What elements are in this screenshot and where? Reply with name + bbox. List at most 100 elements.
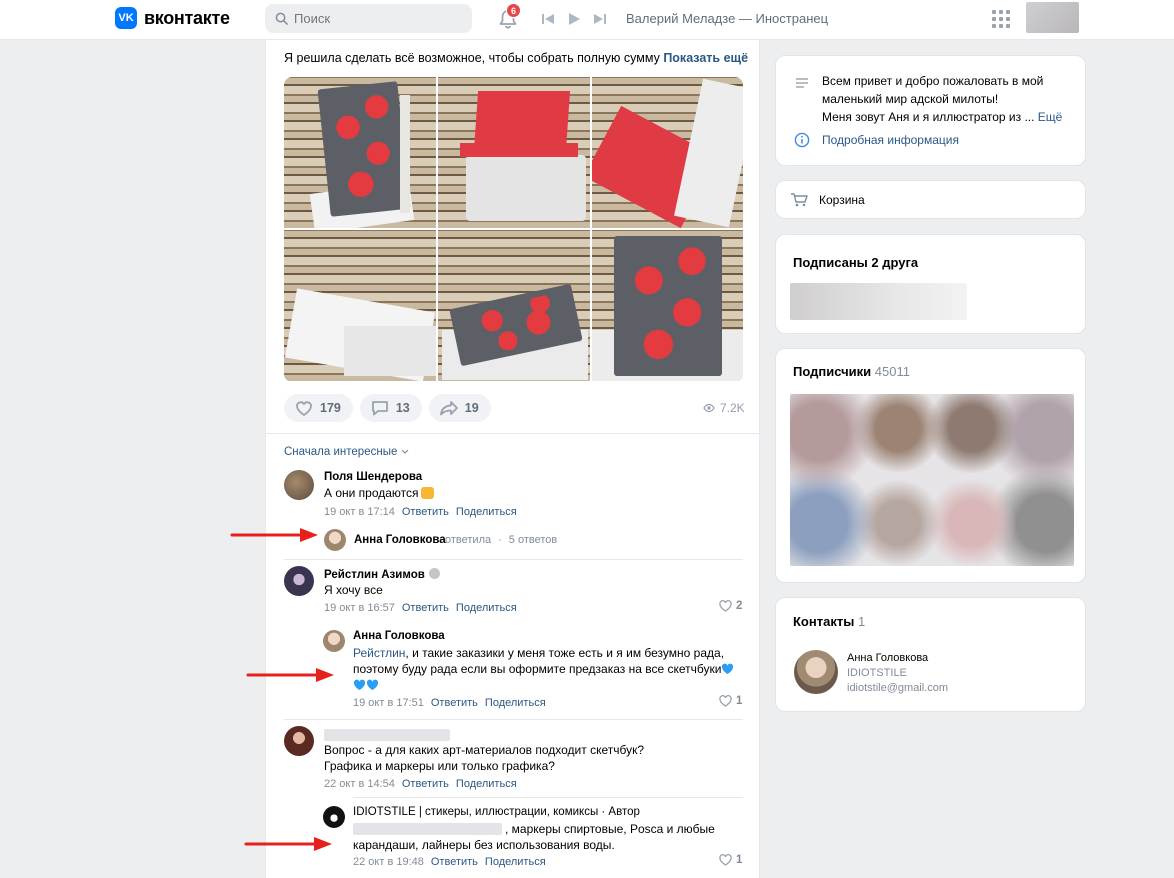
comment-meta: 19 окт в 17:14 Ответить Поделиться bbox=[324, 506, 517, 518]
gallery-photo[interactable] bbox=[592, 77, 743, 228]
share-comment-link[interactable]: Поделиться bbox=[456, 778, 517, 790]
cart-card[interactable]: Корзина bbox=[775, 180, 1086, 219]
reply-like-button[interactable]: 1 bbox=[719, 695, 742, 707]
play-icon[interactable] bbox=[567, 12, 581, 26]
share-button[interactable]: 19 bbox=[428, 394, 491, 422]
vk-logo-mark: VK bbox=[115, 7, 137, 29]
blue-heart-emoji-icon bbox=[366, 679, 379, 690]
share-comment-link[interactable]: Поделиться bbox=[485, 856, 546, 868]
now-playing-track[interactable]: Валерий Меладзе — Иностранец bbox=[626, 11, 828, 26]
about-line-3: Меня зовут Аня и я иллюстратор из ... bbox=[822, 110, 1035, 124]
gallery-photo[interactable] bbox=[592, 230, 743, 381]
reply-avatar[interactable] bbox=[323, 630, 345, 652]
details-link[interactable]: Подробная информация bbox=[822, 133, 959, 147]
reply-meta: 22 окт в 19:48 Ответить Поделиться bbox=[353, 856, 546, 868]
apps-grid-icon[interactable] bbox=[992, 10, 1010, 28]
gallery-photo[interactable] bbox=[438, 230, 590, 381]
blue-heart-emoji-icon bbox=[722, 663, 734, 674]
cart-icon bbox=[791, 193, 808, 207]
reply-author[interactable]: IDIOTSTILE | стикеры, иллюстрации, комик… bbox=[353, 806, 640, 818]
about-line-1: Всем привет и добро пожаловать в мой bbox=[822, 74, 1044, 88]
comment-separator bbox=[284, 559, 743, 560]
reply-link[interactable]: Ответить bbox=[402, 602, 449, 614]
thread-avatar[interactable] bbox=[324, 529, 346, 551]
comment-like-button[interactable]: 2 bbox=[719, 600, 742, 612]
heart-icon bbox=[719, 854, 732, 866]
reply-link[interactable]: Ответить bbox=[402, 506, 449, 518]
reply-link[interactable]: Ответить bbox=[431, 697, 478, 709]
comment-author[interactable]: Поля Шендерова bbox=[324, 471, 422, 483]
vk-logo-text: вконтакте bbox=[144, 7, 230, 28]
contact-role: IDIOTSTILE bbox=[847, 667, 907, 679]
contact-email[interactable]: idiotstile@gmail.com bbox=[847, 681, 948, 696]
user-avatar[interactable] bbox=[1026, 2, 1079, 33]
comment-text: А они продаются bbox=[324, 485, 434, 501]
comment-author[interactable]: Рейстлин Азимов bbox=[324, 568, 440, 581]
post-text: Я решила сделать всё возможное, чтобы со… bbox=[284, 51, 748, 65]
share-comment-link[interactable]: Поделиться bbox=[456, 602, 517, 614]
subscribers-card: Подписчики 45011 bbox=[775, 348, 1086, 583]
reply-text-line2: поэтому буду рада если вы оформите предз… bbox=[353, 662, 722, 676]
about-more-link[interactable]: Ещё bbox=[1038, 110, 1063, 124]
contact-avatar[interactable] bbox=[794, 650, 838, 694]
friends-card: Подписаны 2 друга bbox=[775, 234, 1086, 334]
comment-date[interactable]: 19 окт в 17:14 bbox=[324, 506, 395, 518]
commenter-avatar[interactable] bbox=[284, 566, 314, 596]
gallery-photo[interactable] bbox=[284, 230, 436, 381]
show-more-link[interactable]: Показать ещё bbox=[663, 51, 748, 65]
vk-logo[interactable]: VK вконтакте bbox=[115, 7, 230, 29]
thread-summary[interactable]: ответила · 5 ответов bbox=[445, 534, 557, 546]
reply-link[interactable]: Ответить bbox=[431, 856, 478, 868]
comment-date[interactable]: 19 окт в 16:57 bbox=[324, 602, 395, 614]
thread-action: ответила bbox=[445, 534, 492, 546]
post-text-body: Я решила сделать всё возможное, чтобы со… bbox=[284, 51, 660, 65]
commenter-avatar[interactable] bbox=[284, 470, 314, 500]
views-counter: 7.2K bbox=[703, 401, 745, 415]
commenter-avatar[interactable] bbox=[284, 726, 314, 756]
reply-date[interactable]: 22 окт в 19:48 bbox=[353, 856, 424, 868]
search-box[interactable] bbox=[265, 4, 472, 33]
comment-author-name: Рейстлин Азимов bbox=[324, 569, 425, 581]
share-comment-link[interactable]: Поделиться bbox=[456, 506, 517, 518]
chevron-down-icon bbox=[401, 449, 409, 454]
author-avatar[interactable] bbox=[323, 806, 345, 828]
smiling-emoji-icon bbox=[420, 487, 434, 499]
share-icon bbox=[439, 401, 458, 416]
next-track-icon[interactable] bbox=[593, 12, 607, 26]
comment-text: Я хочу все bbox=[324, 583, 383, 597]
comment-text-line2: Графика и маркеры или только графика? bbox=[324, 759, 555, 773]
gallery-photo[interactable] bbox=[284, 77, 436, 228]
search-input[interactable] bbox=[294, 11, 454, 26]
previous-track-icon[interactable] bbox=[541, 12, 555, 26]
comment-button[interactable]: 13 bbox=[359, 394, 422, 422]
eye-icon bbox=[703, 403, 715, 413]
contact-name[interactable]: Анна Головкова bbox=[847, 651, 948, 666]
reply-text-line1: , маркеры спиртовые, Posca и любые bbox=[505, 822, 715, 836]
skull-emoji-icon bbox=[428, 568, 440, 579]
friends-title[interactable]: Подписаны 2 друга bbox=[793, 255, 918, 270]
thread-author[interactable]: Анна Головкова bbox=[354, 534, 446, 546]
subscribers-title[interactable]: Подписчики 45011 bbox=[793, 364, 910, 379]
gallery-photo[interactable] bbox=[438, 77, 590, 228]
like-button[interactable]: 179 bbox=[284, 394, 353, 422]
subscribers-count: 45011 bbox=[874, 364, 910, 379]
reply-mention-link[interactable]: Рейстлин bbox=[353, 646, 405, 660]
contacts-title-text: Контакты bbox=[793, 614, 855, 629]
reply-link[interactable]: Ответить bbox=[402, 778, 449, 790]
reply-date[interactable]: 19 окт в 17:51 bbox=[353, 697, 424, 709]
reply-author[interactable]: Анна Головкова bbox=[353, 630, 445, 642]
comments-sort-dropdown[interactable]: Сначала интересные bbox=[284, 446, 409, 458]
audio-player-controls bbox=[541, 12, 607, 26]
contacts-title[interactable]: Контакты 1 bbox=[793, 614, 865, 629]
info-icon bbox=[794, 132, 810, 148]
top-header: VK вконтакте 6 Валерий Меладзе — Иностра… bbox=[0, 0, 1174, 40]
heart-icon bbox=[719, 600, 732, 612]
annotation-arrow-icon bbox=[230, 528, 318, 542]
thread-replies-count[interactable]: 5 ответов bbox=[509, 534, 557, 546]
comment-text: Вопрос - а для каких арт-материалов подх… bbox=[324, 742, 644, 774]
reply-like-button[interactable]: 1 bbox=[719, 854, 742, 866]
comment-text-line1: Вопрос - а для каких арт-материалов подх… bbox=[324, 743, 645, 757]
comment-icon bbox=[371, 401, 388, 416]
comment-date[interactable]: 22 окт в 14:54 bbox=[324, 778, 395, 790]
share-comment-link[interactable]: Поделиться bbox=[485, 697, 546, 709]
